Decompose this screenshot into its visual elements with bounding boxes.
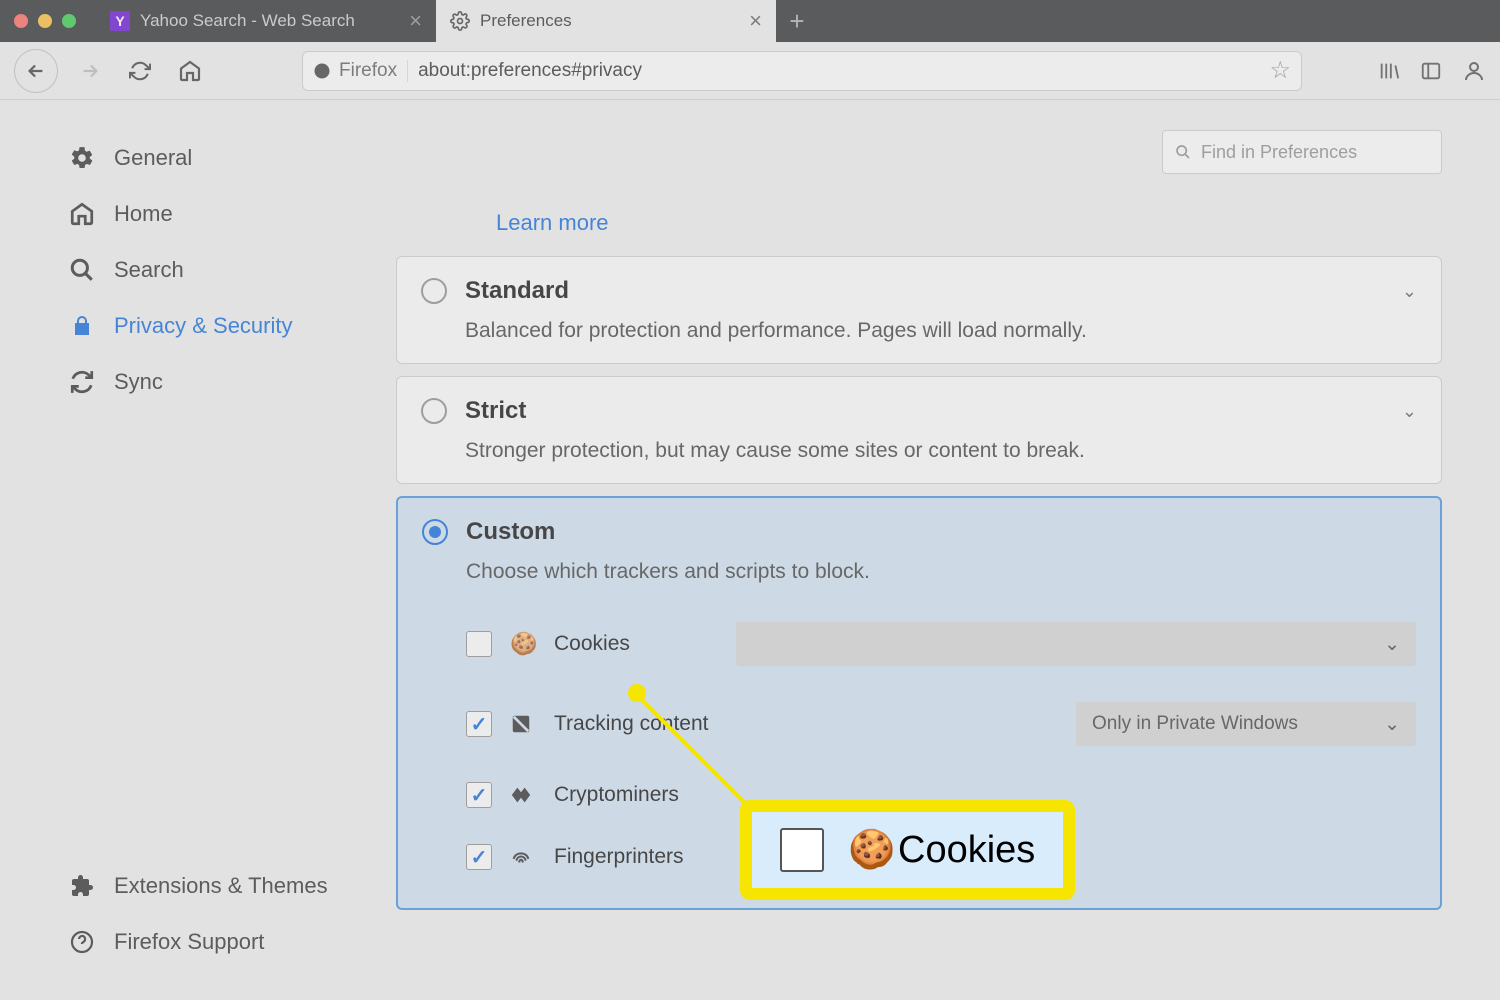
tab-title: Preferences [480,11,572,31]
sidebar-item-extensions[interactable]: Extensions & Themes [58,858,366,914]
radio-strict[interactable] [421,398,447,424]
chevron-down-icon: ⌄ [1384,633,1400,656]
back-button[interactable] [14,49,58,93]
checkbox-cookies[interactable] [466,631,492,657]
cookies-select[interactable]: ⌄ [736,622,1416,666]
sidebar-item-support[interactable]: Firefox Support [58,914,366,970]
sidebar-toggle-icon[interactable] [1420,60,1442,82]
radio-custom[interactable] [422,519,448,545]
minimize-window-icon[interactable] [38,14,52,28]
checkbox-tracking[interactable] [466,711,492,737]
radio-standard[interactable] [421,278,447,304]
tracking-icon [510,713,536,735]
forward-button[interactable] [72,53,108,89]
close-tab-icon[interactable]: × [749,8,762,34]
cryptominer-icon [510,784,536,806]
puzzle-icon [68,872,96,900]
bookmark-star-icon[interactable]: ☆ [1269,56,1291,85]
url-text: about:preferences#privacy [418,60,1259,82]
sidebar-item-sync[interactable]: Sync [58,354,366,410]
sidebar-item-privacy[interactable]: Privacy & Security [58,298,366,354]
search-icon [68,256,96,284]
search-preferences-input[interactable]: Find in Preferences [1162,130,1442,174]
sidebar-item-home[interactable]: Home [58,186,366,242]
gear-icon [450,11,470,31]
tab-title: Yahoo Search - Web Search [140,11,355,31]
help-icon [68,928,96,956]
window-controls [0,14,96,28]
sync-icon [68,368,96,396]
row-tracking: Tracking content Only in Private Windows… [466,684,1416,764]
tab-bar: Y Yahoo Search - Web Search × Preference… [0,0,1500,42]
yahoo-favicon-icon: Y [110,11,130,31]
sidebar-item-general[interactable]: General [58,130,366,186]
library-icon[interactable] [1378,60,1400,82]
maximize-window-icon[interactable] [62,14,76,28]
option-standard[interactable]: Standard Balanced for protection and per… [396,256,1442,364]
close-tab-icon[interactable]: × [409,8,422,34]
cookie-icon: 🍪 [510,631,536,657]
sidebar-item-search[interactable]: Search [58,242,366,298]
url-bar[interactable]: Firefox about:preferences#privacy ☆ [302,51,1302,91]
chevron-down-icon: ⌄ [1384,713,1400,736]
lock-icon [68,312,96,340]
fingerprint-icon [510,846,536,868]
gear-icon [68,144,96,172]
account-icon[interactable] [1462,59,1486,83]
new-tab-button[interactable]: + [776,0,818,42]
site-identity[interactable]: Firefox [313,60,408,82]
checkbox-cryptominers[interactable] [466,782,492,808]
home-icon [68,200,96,228]
tab-preferences[interactable]: Preferences × [436,0,776,42]
chevron-down-icon[interactable]: ⌄ [1402,401,1417,422]
reload-button[interactable] [122,53,158,89]
toolbar: Firefox about:preferences#privacy ☆ [0,42,1500,100]
firefox-icon [313,62,331,80]
callout-checkbox [780,828,824,872]
home-button[interactable] [172,53,208,89]
option-strict[interactable]: Strict Stronger protection, but may caus… [396,376,1442,484]
checkbox-fingerprinters[interactable] [466,844,492,870]
sidebar: General Home Search Privacy & Security S… [0,100,396,1000]
search-icon [1175,144,1191,160]
cookie-icon: 🍪 [848,828,874,872]
annotation-callout: 🍪 Cookies [740,800,1075,900]
learn-more-link[interactable]: Learn more [496,210,1442,236]
tab-yahoo[interactable]: Y Yahoo Search - Web Search × [96,0,436,42]
row-cookies: 🍪 Cookies ⌄ [466,604,1416,684]
close-window-icon[interactable] [14,14,28,28]
chevron-down-icon[interactable]: ⌄ [1402,281,1417,302]
tracking-select[interactable]: Only in Private Windows⌄ [1076,702,1416,746]
